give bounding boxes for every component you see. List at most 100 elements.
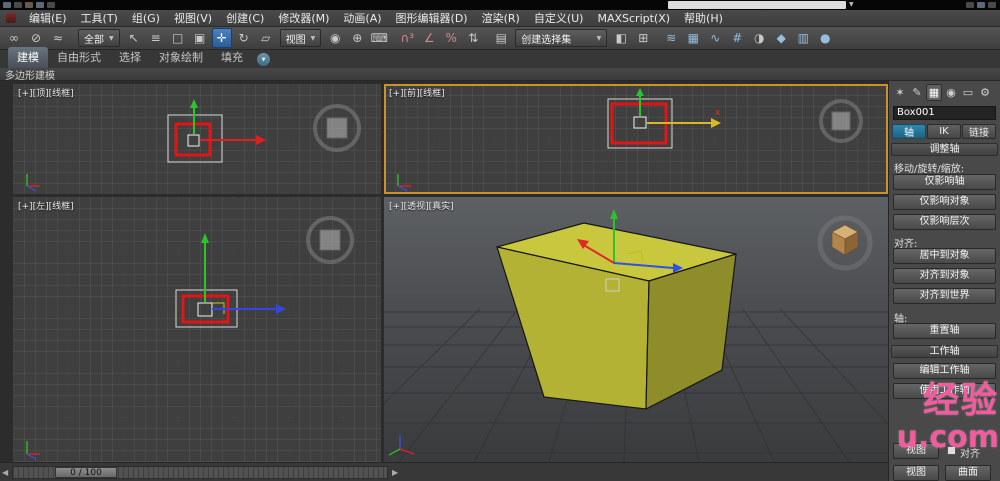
named-selection-sets-dropdown[interactable]: 创建选择集 ▼ xyxy=(515,29,608,47)
modify-tab-icon[interactable]: ✎ xyxy=(909,84,925,101)
tab-modeling[interactable]: 建模 xyxy=(8,47,48,68)
menu-group[interactable]: 组(G) xyxy=(125,10,167,26)
object-name-field[interactable]: Box001 xyxy=(893,106,996,120)
save-file-icon[interactable] xyxy=(25,2,33,8)
percent-snap-icon[interactable]: % xyxy=(441,28,461,48)
select-and-scale-icon[interactable]: ▱ xyxy=(256,28,276,48)
viewcube[interactable] xyxy=(817,215,873,271)
viewport-left-label[interactable]: [+][左][线框] xyxy=(18,199,74,212)
adjust-pivot-rollout-header[interactable]: 调整轴 xyxy=(891,143,998,156)
viewport-perspective[interactable]: [+][透视][真实] x xyxy=(384,197,888,462)
viewcube[interactable] xyxy=(313,104,361,152)
tab-selection[interactable]: 选择 xyxy=(110,47,150,68)
align-view-button[interactable]: 视图 xyxy=(893,443,939,459)
menu-graph-editors[interactable]: 图形编辑器(D) xyxy=(389,10,475,26)
tab-freeform[interactable]: 自由形式 xyxy=(48,47,110,68)
motion-tab-icon[interactable]: ◉ xyxy=(943,84,959,101)
working-pivot-rollout-header[interactable]: 工作轴 xyxy=(891,345,998,358)
workspace-selector[interactable] xyxy=(668,1,846,9)
menu-edit[interactable]: 编辑(E) xyxy=(22,10,74,26)
menu-create[interactable]: 创建(C) xyxy=(219,10,271,26)
select-object-icon[interactable]: ↖ xyxy=(124,28,144,48)
graphite-toggle-icon[interactable]: ▦ xyxy=(683,28,703,48)
snap-toggle-3d-icon[interactable]: ∩³ xyxy=(397,28,417,48)
menu-views[interactable]: 视图(V) xyxy=(167,10,219,26)
info-center-icon[interactable] xyxy=(966,2,974,8)
use-pivot-center-icon[interactable]: ◉ xyxy=(325,28,345,48)
align-icon[interactable]: ⊞ xyxy=(633,28,653,48)
menu-animation[interactable]: 动画(A) xyxy=(336,10,388,26)
place-pivot-view-button[interactable]: 视图 xyxy=(893,465,939,481)
place-pivot-surface-button[interactable]: 曲面 xyxy=(945,465,991,481)
viewport-left[interactable]: [+][左][线框] xyxy=(13,197,381,462)
move-gizmo[interactable]: x xyxy=(636,88,721,128)
undo-icon[interactable] xyxy=(36,2,44,8)
selection-filter-dropdown[interactable]: 全部 ▼ xyxy=(78,29,120,47)
center-to-object-button[interactable]: 居中到对象 xyxy=(893,248,996,264)
layer-manager-icon[interactable]: ≋ xyxy=(661,28,681,48)
help-icon[interactable] xyxy=(977,2,985,8)
menu-customize[interactable]: 自定义(U) xyxy=(527,10,591,26)
edit-named-sets-icon[interactable]: ▤ xyxy=(491,28,511,48)
align-checkbox-label[interactable]: 对齐 xyxy=(960,445,980,460)
tab-populate[interactable]: 填充 xyxy=(212,47,252,68)
edit-working-pivot-button[interactable]: 编辑工作轴 xyxy=(893,363,996,379)
hierarchy-tab-icon[interactable]: ▦ xyxy=(926,84,942,101)
use-working-pivot-button[interactable]: 使用工作轴 xyxy=(893,383,996,399)
menu-maxscript[interactable]: MAXScript(X) xyxy=(590,12,677,25)
window-crossing-icon[interactable]: ▣ xyxy=(190,28,210,48)
affect-pivot-only-button[interactable]: 仅影响轴 xyxy=(893,174,996,190)
spinner-snap-icon[interactable]: ⇅ xyxy=(463,28,483,48)
viewcube[interactable] xyxy=(306,216,354,264)
app-menu-icon[interactable] xyxy=(6,13,16,23)
render-production-icon[interactable]: ● xyxy=(815,28,835,48)
polygon-modeling-panel-label[interactable]: 多边形建模 xyxy=(5,67,55,82)
angle-snap-icon[interactable]: ∠ xyxy=(419,28,439,48)
bind-to-spacewarp-icon[interactable]: ≈ xyxy=(48,28,68,48)
viewport-perspective-label[interactable]: [+][透视][真实] xyxy=(389,199,454,212)
open-file-icon[interactable] xyxy=(14,2,22,8)
align-to-object-button[interactable]: 对齐到对象 xyxy=(893,268,996,284)
redo-icon[interactable] xyxy=(47,2,55,8)
menu-tools[interactable]: 工具(T) xyxy=(74,10,125,26)
affect-hierarchy-only-button[interactable]: 仅影响层次 xyxy=(893,214,996,230)
menu-rendering[interactable]: 渲染(R) xyxy=(475,10,527,26)
viewport-front-label[interactable]: [+][前][线框] xyxy=(389,86,445,99)
viewport-top-label[interactable]: [+][顶][线框] xyxy=(18,86,74,99)
rectangular-selection-icon[interactable]: □ xyxy=(168,28,188,48)
select-and-rotate-icon[interactable]: ↻ xyxy=(234,28,254,48)
link-info-tab[interactable]: 链接 xyxy=(962,124,996,139)
viewcube[interactable] xyxy=(819,99,863,143)
viewport-top[interactable]: [+][顶][线框] xyxy=(13,84,381,194)
schematic-view-icon[interactable]: # xyxy=(727,28,747,48)
render-setup-icon[interactable]: ◆ xyxy=(771,28,791,48)
create-tab-icon[interactable]: ✶ xyxy=(892,84,908,101)
select-and-manipulate-icon[interactable]: ⊕ xyxy=(347,28,367,48)
align-checkbox[interactable] xyxy=(947,446,956,455)
reference-coordinate-dropdown[interactable]: 视图 ▼ xyxy=(279,29,322,47)
affect-object-only-button[interactable]: 仅影响对象 xyxy=(893,194,996,210)
menu-modifiers[interactable]: 修改器(M) xyxy=(271,10,336,26)
prev-frame-icon[interactable]: ◀ xyxy=(2,468,8,477)
keyboard-override-icon[interactable]: ⌨ xyxy=(369,28,389,48)
move-gizmo[interactable] xyxy=(190,99,266,145)
ribbon-config-button[interactable]: ▼ xyxy=(257,53,270,66)
mirror-icon[interactable]: ◧ xyxy=(611,28,631,48)
tab-object-paint[interactable]: 对象绘制 xyxy=(150,47,212,68)
align-to-world-button[interactable]: 对齐到世界 xyxy=(893,288,996,304)
material-editor-icon[interactable]: ◑ xyxy=(749,28,769,48)
select-and-link-icon[interactable]: ∞ xyxy=(4,28,24,48)
pivot-tab[interactable]: 轴 xyxy=(892,124,926,139)
ik-tab[interactable]: IK xyxy=(927,124,961,139)
box-object[interactable] xyxy=(496,222,737,410)
time-slider-track[interactable]: 0 / 100 xyxy=(12,466,388,479)
reset-pivot-button[interactable]: 重置轴 xyxy=(893,323,996,339)
curve-editor-icon[interactable]: ∿ xyxy=(705,28,725,48)
move-gizmo[interactable] xyxy=(201,233,286,314)
next-frame-icon[interactable]: ▶ xyxy=(392,468,398,477)
select-and-move-icon[interactable]: ✛ xyxy=(211,28,232,48)
window-controls-icon[interactable] xyxy=(988,2,996,8)
workspace-caret-icon[interactable]: ▼ xyxy=(849,1,854,9)
new-scene-icon[interactable] xyxy=(3,2,11,8)
time-slider-handle[interactable]: 0 / 100 xyxy=(55,467,117,478)
